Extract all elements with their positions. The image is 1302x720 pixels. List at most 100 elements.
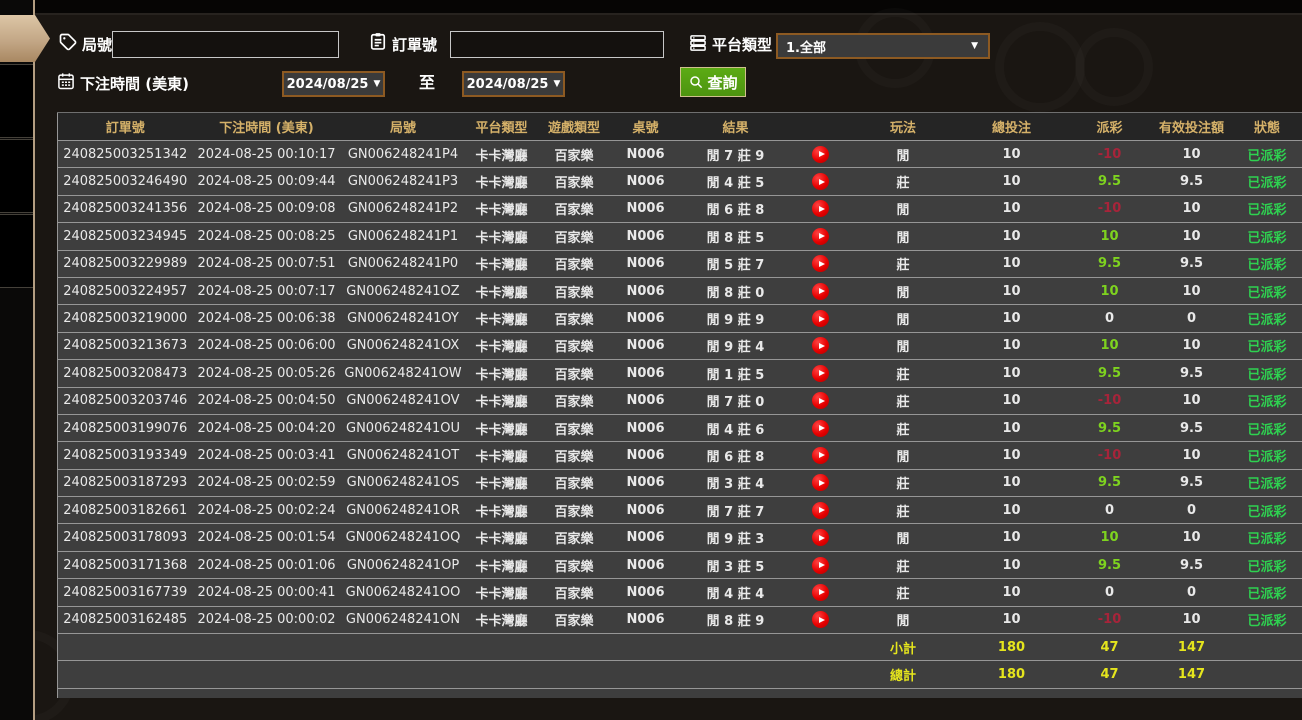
table-header-row: 訂單號 下注時間 (美東) 局號 平台類型 遊戲類型 桌號 結果 玩法 總投注 …: [58, 113, 1302, 141]
game-type-cell: 百家樂: [538, 250, 611, 277]
status-cell: 已派彩: [1232, 551, 1302, 578]
game-type-cell: 百家樂: [538, 579, 611, 606]
bet-time-cell: 2024-08-25 00:07:51: [193, 250, 341, 277]
round-id-cell: GN006248241P1: [341, 223, 466, 250]
sidebar-item[interactable]: [0, 139, 33, 213]
result-cell: 閒 7 莊 7: [681, 497, 791, 524]
payout-cell: 10: [1068, 332, 1152, 359]
round-id-cell: GN006248241OQ: [341, 524, 466, 551]
sidebar-active-item[interactable]: [0, 15, 50, 62]
result-cell: 閒 8 莊 5: [681, 223, 791, 250]
replay-button[interactable]: [812, 420, 829, 437]
replay-button[interactable]: [812, 255, 829, 272]
table-row: 2408250031624852024-08-25 00:00:02GN0062…: [58, 606, 1302, 633]
play-type-cell: 莊: [851, 168, 956, 195]
result-cell: 閒 8 莊 0: [681, 277, 791, 304]
table-no-cell: N006: [611, 332, 681, 359]
replay-button[interactable]: [812, 173, 829, 190]
table-no-cell: N006: [611, 223, 681, 250]
total-bet-cell: 10: [956, 332, 1068, 359]
watermark-ring: [1075, 28, 1153, 106]
replay-button[interactable]: [812, 365, 829, 382]
round-id-cell: GN006248241OU: [341, 414, 466, 441]
result-cell: 閒 4 莊 5: [681, 168, 791, 195]
replay-button[interactable]: [812, 283, 829, 300]
replay-button[interactable]: [812, 146, 829, 163]
bet-time-cell: 2024-08-25 00:10:17: [193, 141, 341, 168]
valid-bet-cell: 10: [1152, 606, 1232, 633]
total-bet-cell: 10: [956, 469, 1068, 496]
replay-cell: [791, 332, 851, 359]
game-type-cell: 百家樂: [538, 277, 611, 304]
total-bet-cell: 10: [956, 387, 1068, 414]
platform-cell: 卡卡灣廳: [466, 387, 538, 414]
header-platform-type: 平台類型: [466, 113, 538, 141]
replay-button[interactable]: [812, 337, 829, 354]
table-no-cell: N006: [611, 524, 681, 551]
status-cell: 已派彩: [1232, 277, 1302, 304]
bet-time-cell: 2024-08-25 00:04:50: [193, 387, 341, 414]
date-from-picker[interactable]: 2024/08/25 ▼: [282, 71, 385, 97]
table-row: 2408250032190002024-08-25 00:06:38GN0062…: [58, 305, 1302, 332]
query-button-label: 查詢: [707, 72, 737, 93]
replay-button[interactable]: [812, 310, 829, 327]
round-id-cell: GN006248241P4: [341, 141, 466, 168]
replay-cell: [791, 250, 851, 277]
replay-button[interactable]: [812, 584, 829, 601]
play-type-cell: 閒: [851, 277, 956, 304]
round-id-cell: GN006248241OT: [341, 442, 466, 469]
result-cell: 閒 7 莊 0: [681, 387, 791, 414]
status-cell: 已派彩: [1232, 387, 1302, 414]
replay-button[interactable]: [812, 611, 829, 628]
replay-button[interactable]: [812, 200, 829, 217]
order-id-cell: 240825003171368: [58, 551, 193, 578]
platform-type-select[interactable]: 1.全部 ▼: [776, 33, 990, 59]
round-id-input[interactable]: [112, 31, 339, 58]
order-id-cell: 240825003234945: [58, 223, 193, 250]
clipped-empty-row: [58, 688, 1302, 698]
result-cell: 閒 9 莊 4: [681, 332, 791, 359]
table-row: 2408250032037462024-08-25 00:04:50GN0062…: [58, 387, 1302, 414]
play-icon: [819, 261, 825, 267]
replay-button[interactable]: [812, 447, 829, 464]
date-range-to-label: 至: [419, 71, 435, 95]
date-to-picker[interactable]: 2024/08/25 ▼: [462, 71, 565, 97]
play-icon: [819, 398, 825, 404]
replay-button[interactable]: [812, 392, 829, 409]
round-id-cell: GN006248241OY: [341, 305, 466, 332]
replay-button[interactable]: [812, 228, 829, 245]
replay-cell: [791, 606, 851, 633]
bet-time-cell: 2024-08-25 00:02:24: [193, 497, 341, 524]
payout-cell: -10: [1068, 141, 1152, 168]
order-id-input[interactable]: [450, 31, 664, 58]
order-id-cell: 240825003203746: [58, 387, 193, 414]
dropdown-arrow-icon: ▼: [971, 42, 978, 51]
sidebar-item[interactable]: [0, 64, 33, 138]
valid-bet-cell: 10: [1152, 332, 1232, 359]
replay-button[interactable]: [812, 474, 829, 491]
status-cell: 已派彩: [1232, 250, 1302, 277]
platform-type-filter-label: 平台類型: [712, 33, 772, 57]
play-type-cell: 莊: [851, 469, 956, 496]
replay-cell: [791, 195, 851, 222]
replay-button[interactable]: [812, 502, 829, 519]
table-body: 2408250032513422024-08-25 00:10:17GN0062…: [58, 141, 1302, 634]
status-cell: 已派彩: [1232, 579, 1302, 606]
round-id-cell: GN006248241OV: [341, 387, 466, 414]
sidebar-item[interactable]: [0, 214, 33, 288]
header-payout: 派彩: [1068, 113, 1152, 141]
game-type-cell: 百家樂: [538, 497, 611, 524]
status-cell: 已派彩: [1232, 141, 1302, 168]
header-total-bet: 總投注: [956, 113, 1068, 141]
total-bet-cell: 10: [956, 168, 1068, 195]
bet-time-cell: 2024-08-25 00:05:26: [193, 360, 341, 387]
replay-button[interactable]: [812, 557, 829, 574]
subtotal-spacer: [58, 634, 851, 661]
bet-time-cell: 2024-08-25 00:04:20: [193, 414, 341, 441]
order-id-cell: 240825003199076: [58, 414, 193, 441]
query-button[interactable]: 查詢: [680, 67, 746, 97]
round-id-cell: GN006248241OO: [341, 579, 466, 606]
subtotal-row: 小計 180 47 147: [58, 634, 1302, 661]
table-row: 2408250032464902024-08-25 00:09:44GN0062…: [58, 168, 1302, 195]
replay-button[interactable]: [812, 529, 829, 546]
